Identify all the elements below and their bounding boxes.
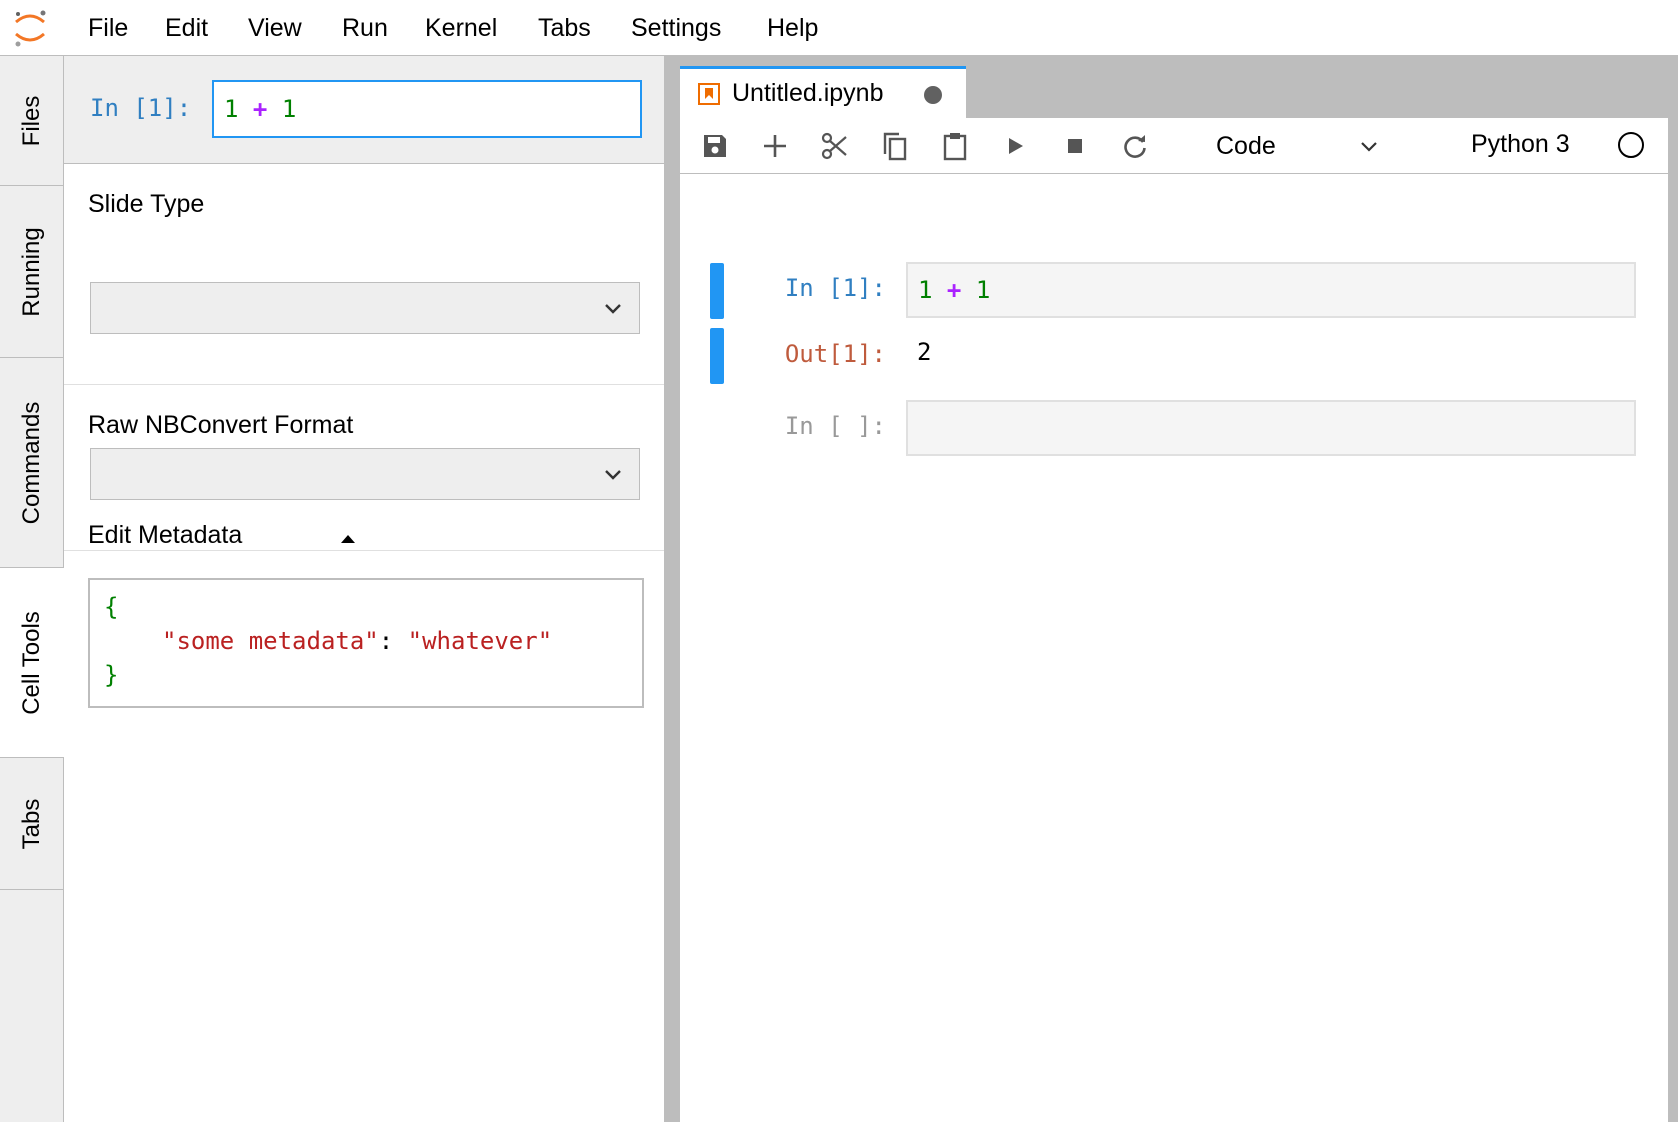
chevron-down-icon: [1361, 142, 1377, 152]
interrupt-button[interactable]: [1059, 130, 1091, 162]
raw-format-select[interactable]: [90, 448, 640, 500]
notebook-toolbar: Code Python 3: [680, 118, 1668, 174]
code-operator: +: [252, 95, 268, 123]
output-collapser[interactable]: [710, 328, 724, 384]
tab-tabs[interactable]: Tabs: [0, 758, 63, 890]
code-number: 1: [224, 95, 239, 123]
menu-help[interactable]: Help: [765, 12, 820, 44]
insert-cell-button[interactable]: [759, 130, 791, 162]
cell-type-value: Code: [1216, 132, 1276, 160]
menu-edit[interactable]: Edit: [163, 12, 210, 44]
json-value: "whatever": [407, 627, 553, 655]
save-button[interactable]: [699, 130, 731, 162]
copy-icon: [883, 132, 907, 161]
restart-button[interactable]: [1119, 130, 1151, 162]
cell-output: 2: [917, 338, 932, 366]
tab-running-label: Running: [17, 226, 45, 317]
panel-splitter[interactable]: [664, 56, 680, 1122]
save-icon: [704, 135, 726, 157]
code-operator: +: [946, 276, 962, 304]
paste-icon: [943, 133, 967, 161]
json-close-brace: }: [104, 661, 119, 689]
json-colon: :: [378, 627, 394, 655]
notebook-icon: [698, 83, 720, 105]
tab-commands[interactable]: Commands: [0, 358, 63, 568]
metadata-editor[interactable]: { "some metadata": "whatever" }: [88, 578, 644, 708]
tab-files[interactable]: Files: [0, 56, 63, 186]
menu-kernel[interactable]: Kernel: [423, 12, 499, 44]
active-cell-preview: In [1]: 1 + 1: [64, 56, 664, 164]
tab-files-label: Files: [17, 95, 45, 146]
slide-type-label: Slide Type: [88, 190, 205, 218]
cell-type-select[interactable]: Code: [1216, 126, 1386, 166]
copy-button[interactable]: [879, 130, 911, 162]
slide-type-section: Slide Type: [64, 164, 664, 385]
chevron-down-icon: [605, 304, 621, 314]
jupyter-logo-icon: [15, 10, 46, 47]
cell-tools-panel: In [1]: 1 + 1 Slide Type Raw NBConvert F…: [64, 56, 664, 1122]
left-sidebar-tabs: Files Running Commands Cell Tools Tabs: [0, 56, 64, 1122]
code-editor[interactable]: [906, 400, 1636, 456]
menu-tabs[interactable]: Tabs: [536, 12, 593, 44]
main-dock-area: Untitled.ipynb Code Python 3 In [1]: 1 +…: [680, 56, 1678, 1122]
chevron-down-icon: [605, 470, 621, 480]
unsaved-changes-icon[interactable]: [924, 86, 942, 104]
add-icon: [764, 135, 786, 157]
run-button[interactable]: [999, 130, 1031, 162]
stop-icon: [1068, 139, 1082, 153]
menu-file[interactable]: File: [86, 12, 130, 44]
run-icon: [1009, 138, 1023, 154]
caret-up-icon[interactable]: [340, 532, 356, 544]
tab-untitled-notebook[interactable]: Untitled.ipynb: [680, 66, 966, 120]
input-prompt: In [ ]:: [784, 412, 886, 440]
menu-view[interactable]: View: [246, 12, 304, 44]
restart-icon: [1124, 135, 1146, 158]
notebook-panel: Code Python 3 In [1]: 1 + 1 Out[1]: 2 In…: [680, 118, 1668, 1122]
tab-tabs-label: Tabs: [17, 798, 45, 849]
menu-settings[interactable]: Settings: [629, 12, 723, 44]
tab-title: Untitled.ipynb: [732, 79, 884, 107]
code-number: 1: [975, 276, 991, 304]
input-collapser[interactable]: [710, 263, 724, 319]
json-key: "some metadata": [162, 627, 379, 655]
tab-cell-tools-label: Cell Tools: [18, 610, 45, 715]
raw-format-label: Raw NBConvert Format: [88, 411, 354, 439]
kernel-name[interactable]: Python 3: [1471, 130, 1570, 159]
json-open-brace: {: [104, 593, 119, 621]
input-prompt: In [1]:: [784, 274, 886, 302]
kernel-status-icon: [1618, 132, 1644, 158]
preview-input-prompt: In [1]:: [90, 94, 192, 122]
tab-running[interactable]: Running: [0, 186, 63, 358]
code-number: 1: [281, 95, 297, 123]
edit-metadata-toggle[interactable]: Edit Metadata: [88, 521, 242, 550]
code-number: 1: [918, 276, 933, 304]
code-editor[interactable]: 1 + 1: [906, 262, 1636, 318]
output-prompt: Out[1]:: [784, 340, 886, 368]
cut-icon: [821, 132, 847, 160]
menu-bar: File Edit View Run Kernel Tabs Settings …: [0, 0, 1678, 56]
paste-button[interactable]: [939, 130, 971, 162]
tab-cell-tools[interactable]: Cell Tools: [0, 568, 64, 758]
preview-code: 1 + 1: [212, 80, 642, 138]
menu-run[interactable]: Run: [340, 12, 390, 44]
document-tab-bar: Untitled.ipynb: [680, 56, 1678, 120]
cut-button[interactable]: [819, 130, 851, 162]
slide-type-select[interactable]: [90, 282, 640, 334]
tab-commands-label: Commands: [17, 401, 45, 524]
